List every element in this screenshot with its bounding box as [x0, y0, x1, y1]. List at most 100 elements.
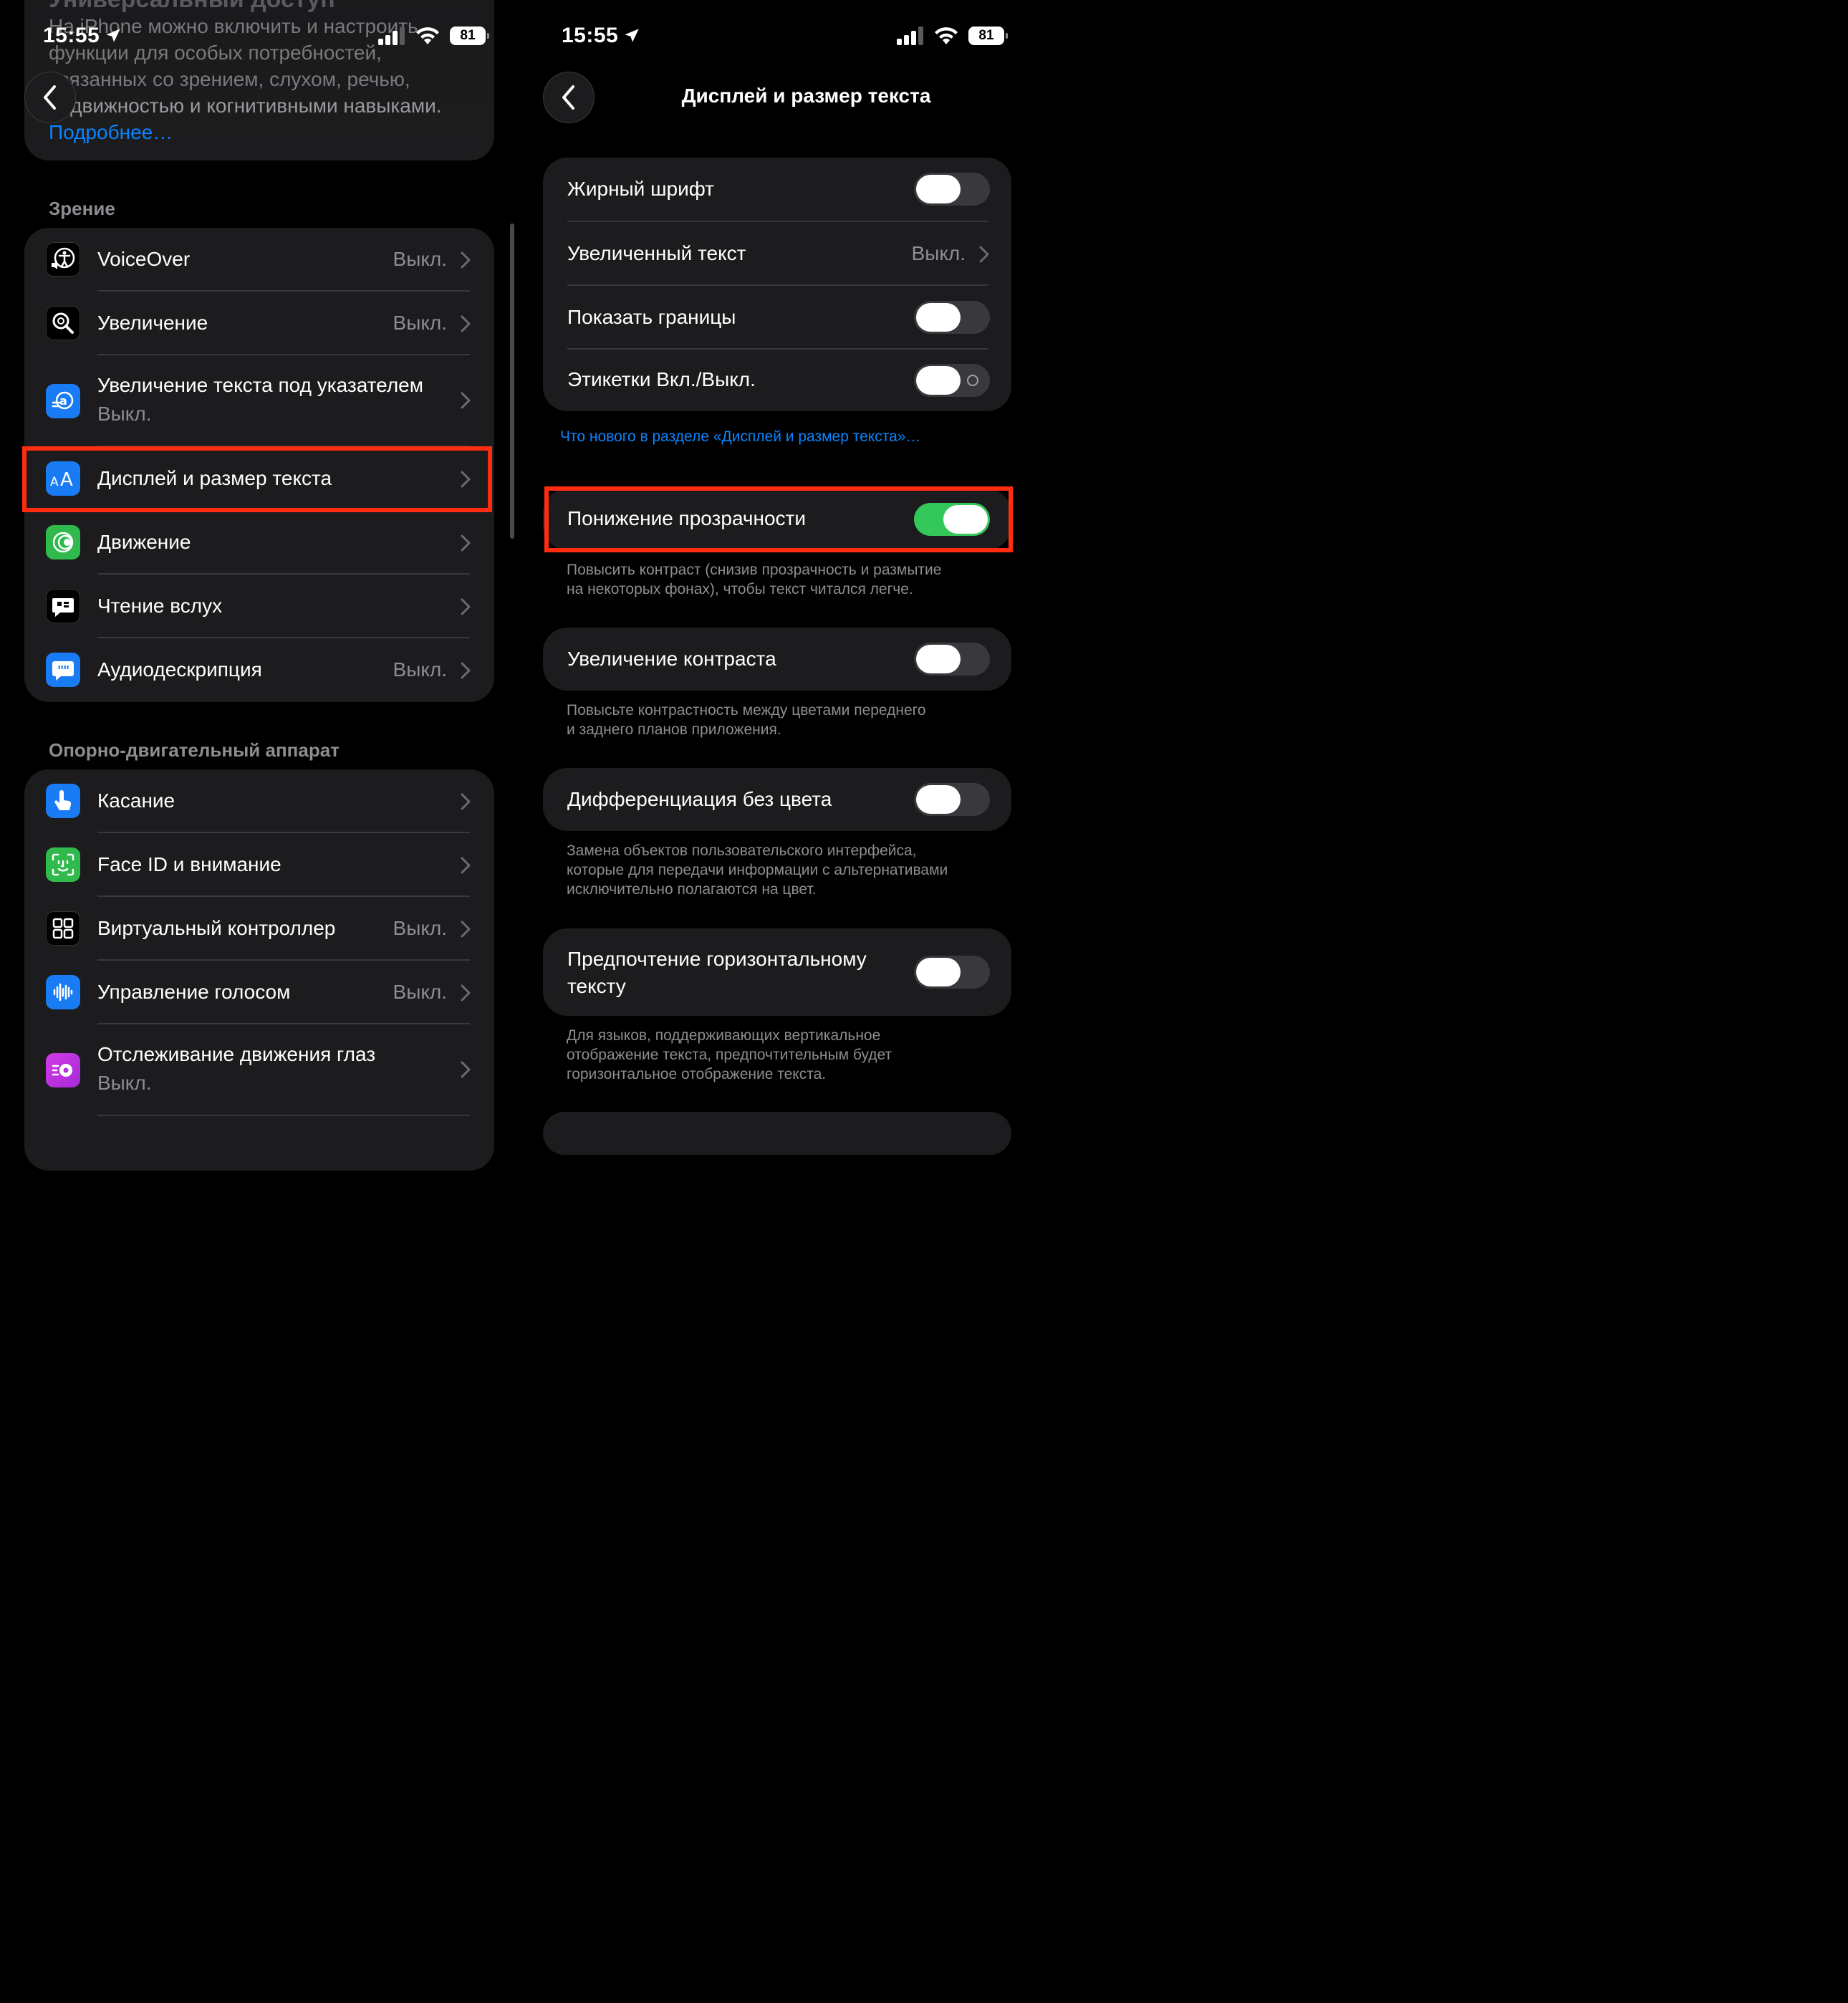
row-bold-text[interactable]: Жирный шрифт: [543, 158, 1011, 221]
row-touch[interactable]: Касание: [24, 769, 494, 832]
chevron-right-icon: [461, 662, 471, 679]
row-prefer-horizontal-text[interactable]: Предпочтение горизонтальному тексту: [543, 928, 1011, 1016]
row-button-shapes[interactable]: Показать границы: [543, 286, 1011, 349]
row-on-off-labels[interactable]: Этикетки Вкл./Выкл.: [543, 350, 1011, 411]
clock: 15:55: [562, 24, 619, 47]
row-sublabel: Выкл.: [97, 403, 152, 425]
chevron-left-icon: [44, 85, 56, 110]
increase-contrast-toggle[interactable]: [914, 643, 990, 676]
chevron-right-icon: [461, 793, 471, 810]
cellular-signal-icon: [378, 27, 405, 45]
row-spoken-content[interactable]: Чтение вслух: [24, 575, 494, 638]
chevron-right-icon: [461, 857, 471, 874]
chevron-right-icon: [461, 598, 471, 615]
row-label: Увеличение: [97, 312, 208, 334]
face-id-icon: [46, 847, 80, 882]
voiceover-icon: [46, 242, 80, 277]
status-bar: 15:55: [43, 20, 122, 52]
section-header-physical: Опорно-двигательный аппарат: [49, 739, 340, 761]
chevron-right-icon: [461, 534, 471, 552]
row-voiceover[interactable]: VoiceOver Выкл.: [24, 228, 494, 291]
whats-new-link[interactable]: Что нового в разделе «Дисплей и размер т…: [560, 428, 920, 446]
chevron-right-icon: [461, 984, 471, 1001]
status-icons: 81: [378, 23, 489, 49]
button-shapes-toggle[interactable]: [914, 301, 990, 334]
touch-icon: [46, 784, 80, 818]
row-value: Выкл.: [911, 242, 966, 264]
row-value: Выкл.: [393, 658, 447, 681]
row-audio-description[interactable]: " " Аудиодескрипция Выкл.: [24, 638, 494, 701]
voice-control-icon: [46, 975, 80, 1009]
divider: [97, 1115, 470, 1116]
status-icons: 81: [897, 23, 1008, 49]
row-face-id[interactable]: Face ID и внимание: [24, 833, 494, 896]
wifi-icon: [416, 27, 439, 44]
row-label: Этикетки Вкл./Выкл.: [567, 368, 756, 390]
back-button[interactable]: [543, 72, 595, 123]
row-label: Увеличенный текст: [567, 242, 746, 264]
row-label: Увеличение текста под указателем: [97, 374, 423, 396]
motion-icon: [46, 525, 80, 559]
switch-control-icon: [46, 911, 80, 946]
row-label: Касание: [97, 789, 175, 812]
chevron-left-icon: [562, 85, 574, 110]
row-label: Виртуальный контроллер: [97, 917, 336, 939]
prefer-horizontal-text-toggle[interactable]: [914, 956, 990, 989]
chevron-right-icon: [461, 315, 471, 332]
svg-text:a: a: [59, 394, 67, 408]
row-differentiate-without-color[interactable]: Дифференциация без цвета: [543, 768, 1011, 831]
on-off-labels-toggle[interactable]: [914, 364, 990, 397]
battery-indicator: 81: [968, 27, 1008, 45]
prefer-horizontal-text-footer: Для языков, поддерживающих вертикальное …: [567, 1027, 892, 1082]
spoken-content-icon: [46, 589, 80, 623]
status-bar: 15:55: [562, 20, 641, 52]
scroll-indicator[interactable]: [510, 224, 514, 539]
toggle-knob: [916, 645, 961, 673]
row-zoom[interactable]: Увеличение Выкл.: [24, 292, 494, 355]
row-motion[interactable]: Движение: [24, 511, 494, 574]
eye-tracking-icon: [46, 1053, 80, 1087]
svg-text:": ": [63, 663, 69, 678]
row-increase-contrast[interactable]: Увеличение контраста: [543, 628, 1011, 691]
row-label: Показать границы: [567, 306, 736, 328]
differentiate-without-color-footer: Замена объектов пользовательского интерф…: [567, 842, 948, 898]
row-voice-control[interactable]: Управление голосом Выкл.: [24, 961, 494, 1024]
chevron-right-icon: [979, 246, 989, 263]
row-value: Выкл.: [393, 312, 447, 334]
row-hover-text[interactable]: a Увеличение текста под указателем Выкл.: [24, 355, 494, 446]
learn-more-link[interactable]: Подробнее…: [49, 119, 442, 145]
toggle-knob: [916, 366, 961, 395]
row-switch-control[interactable]: Виртуальный контроллер Выкл.: [24, 897, 494, 960]
row-label: Управление голосом: [97, 981, 291, 1003]
chevron-right-icon: [461, 392, 471, 409]
differentiate-without-color-group: Дифференциация без цвета: [543, 768, 1011, 831]
next-group-partial: [543, 1112, 1011, 1155]
row-label: Движение: [97, 531, 191, 553]
increase-contrast-group: Увеличение контраста: [543, 628, 1011, 691]
row-eye-tracking[interactable]: Отслеживание движения глаз Выкл.: [24, 1024, 494, 1115]
back-button[interactable]: [24, 72, 76, 123]
row-label: Чтение вслух: [97, 595, 223, 617]
audio-description-icon: " ": [46, 653, 80, 687]
row-value: Выкл.: [393, 917, 447, 939]
toggle-knob: [916, 958, 961, 986]
location-arrow-icon: [625, 29, 639, 42]
section-header-vision: Зрение: [49, 198, 115, 219]
row-label: Дифференциация без цвета: [567, 788, 832, 810]
chevron-right-icon: [461, 251, 471, 269]
bold-text-toggle[interactable]: [914, 173, 990, 206]
right-panel: 15:55 81 Дисплей и размер текста Жирный …: [519, 0, 1036, 1155]
row-sublabel: Выкл.: [97, 1072, 152, 1094]
hover-text-icon: a: [46, 384, 80, 418]
chevron-right-icon: [461, 921, 471, 938]
differentiate-without-color-toggle[interactable]: [914, 783, 990, 816]
cellular-signal-icon: [897, 27, 923, 45]
intro-title: Универсальный доступ: [49, 0, 335, 14]
increase-contrast-footer: Повысьте контрастность между цветами пер…: [567, 702, 926, 738]
chevron-right-icon: [461, 1061, 471, 1078]
row-label: Face ID и внимание: [97, 853, 281, 875]
toggle-knob: [916, 175, 961, 203]
row-larger-text[interactable]: Увеличенный текст Выкл.: [543, 222, 1011, 285]
toggle-knob: [916, 785, 961, 814]
toggle-knob: [916, 303, 961, 332]
